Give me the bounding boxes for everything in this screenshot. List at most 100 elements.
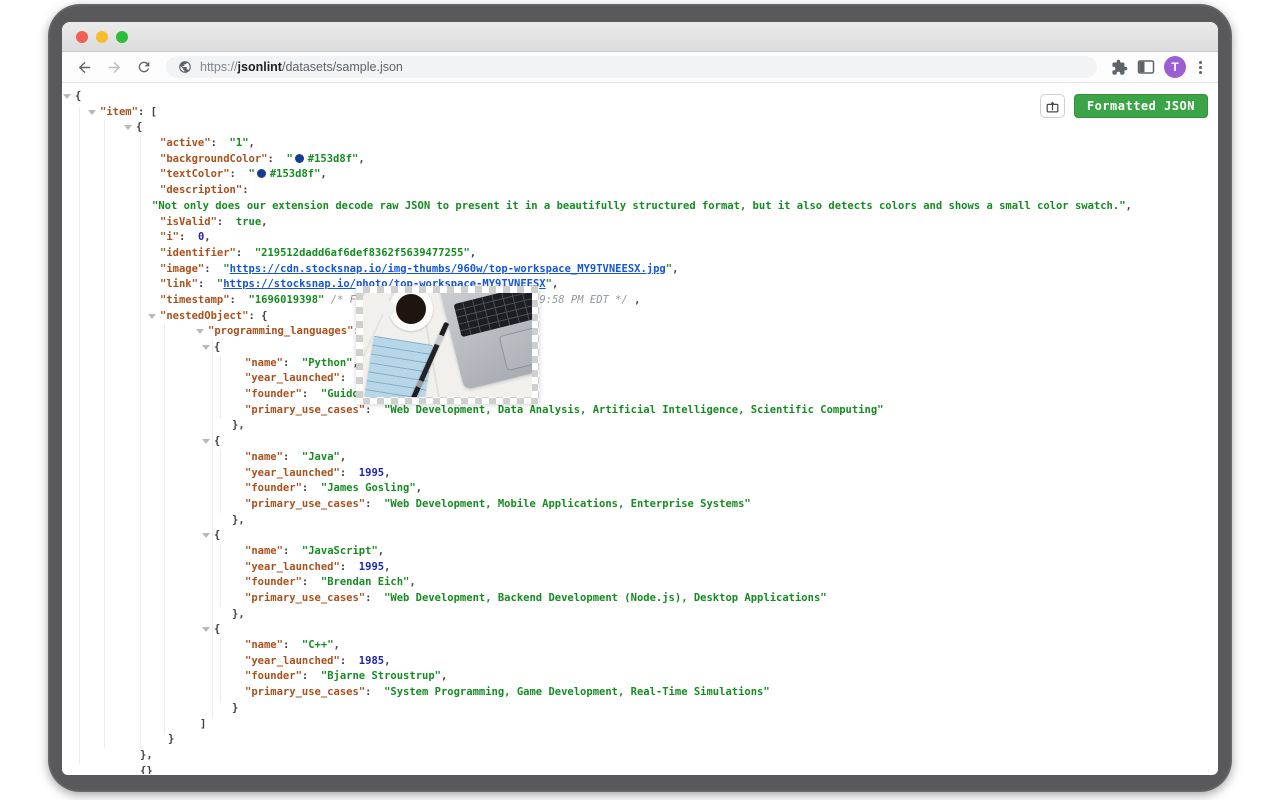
json-token: , [384,655,390,667]
json-link[interactable]: https://cdn.stocksnap.io/img-thumbs/960w… [230,263,666,275]
url-text: https://jsonlint/datasets/sample.json [200,60,403,74]
json-key: "founder" [245,388,302,400]
laptop-trackpad [499,322,532,371]
json-line: } [62,701,1218,717]
extensions-puzzle-icon[interactable] [1111,59,1128,76]
json-token: ] [200,718,206,730]
json-token: , [416,482,422,494]
site-info-globe-icon[interactable] [178,60,192,74]
json-token: , [628,294,641,306]
json-line: "founder": "James Gosling", [62,481,1218,497]
browser-window-frame: https://jsonlint/datasets/sample.json T … [48,4,1232,792]
collapse-toggle-icon[interactable] [202,627,210,632]
json-token: , [552,278,558,290]
collapse-toggle-icon[interactable] [88,110,96,115]
json-token: true [236,216,261,228]
json-token: , [384,467,390,479]
collapse-toggle-icon[interactable] [202,533,210,538]
json-key: "backgroundColor" [160,153,267,165]
image-preview-popup [356,286,539,404]
json-token: : [365,404,384,416]
json-tree: {"item": [{"active": "1","backgroundColo… [62,83,1218,774]
json-token: "Not only does our extension decode raw … [152,200,1126,212]
json-token: , [409,576,415,588]
json-line: "founder": "Bjarne Stroustrup", [62,669,1218,685]
viewer-controls: Formatted JSON [1040,94,1208,118]
json-line: "name": "C++", [62,638,1218,654]
json-key: "textColor" [160,168,230,180]
json-token: " [286,153,292,165]
json-token: {} [140,765,153,774]
json-token: "Web Development, Mobile Applications, E… [384,498,751,510]
json-key: "image" [160,263,204,275]
json-token: : [283,357,302,369]
json-token: "James Gosling" [321,482,416,494]
json-line: "year_launched": 1985, [62,654,1218,670]
json-key: "programming_languages" [208,325,353,337]
address-bar[interactable]: https://jsonlint/datasets/sample.json [166,56,1097,78]
collapse-toggle-icon[interactable] [124,125,132,130]
minimize-window-button[interactable] [96,31,108,43]
json-token: #153d8f" [270,168,321,180]
url-path: /datasets/sample.json [282,60,403,74]
json-token: : [204,263,223,275]
json-line: } [62,732,1218,748]
laptop-illustration [438,293,532,390]
popout-button[interactable] [1040,94,1065,118]
json-key: "isValid" [160,216,217,228]
reload-button[interactable] [132,55,156,79]
json-key: "name" [245,639,283,651]
formatted-json-button[interactable]: Formatted JSON [1074,94,1208,118]
json-token: "Web Development, Data Analysis, Artific… [384,404,883,416]
collapse-toggle-icon[interactable] [148,314,156,319]
json-token: , [384,561,390,573]
json-token: "1696019398" [249,294,325,306]
close-window-button[interactable] [76,31,88,43]
json-token: , [340,451,346,463]
json-token: { [214,529,220,541]
json-line: "primary_use_cases": "System Programming… [62,685,1218,701]
json-line: "Not only does our extension decode raw … [62,199,1218,215]
color-swatch [257,169,266,178]
profile-avatar[interactable]: T [1164,56,1186,78]
json-line: "description": [62,183,1218,199]
forward-button[interactable] [102,55,126,79]
json-token: "JavaScript" [302,545,378,557]
json-token: : [ [138,106,157,118]
json-line: "founder": "Guido van Rossum", [62,387,1218,403]
json-key: "founder" [245,576,302,588]
page-content: Formatted JSON {"item": [{"active": "1",… [62,83,1218,774]
json-token: } [168,733,174,745]
json-token: 1995 [359,467,384,479]
json-key: "identifier" [160,247,236,259]
workspace-photo [363,293,532,397]
json-key: "primary_use_cases" [245,498,365,510]
json-line: }, [62,607,1218,623]
json-key: "i" [160,231,179,243]
json-line: }, [62,748,1218,764]
json-line: "programming_languages": [62,324,1218,340]
color-swatch [295,154,304,163]
json-token: , [358,153,364,165]
json-key: "year_launched" [245,467,340,479]
back-button[interactable] [72,55,96,79]
json-key: "founder" [245,670,302,682]
collapse-toggle-icon[interactable] [202,439,210,444]
json-token: : [179,231,198,243]
collapse-toggle-icon[interactable] [196,329,204,334]
json-key: "nestedObject" [160,310,249,322]
json-token: { [136,121,142,133]
collapse-toggle-icon[interactable] [63,94,71,99]
json-token: : [340,561,359,573]
side-panel-icon[interactable] [1137,59,1155,75]
json-line: ] [62,717,1218,733]
json-line: "primary_use_cases": "Web Development, M… [62,497,1218,513]
collapse-toggle-icon[interactable] [202,345,210,350]
browser-menu-kebab-icon[interactable] [1195,59,1206,76]
json-key: "primary_use_cases" [245,686,365,698]
json-token: }, [232,514,245,526]
json-key: "item" [100,106,138,118]
browser-toolbar: https://jsonlint/datasets/sample.json T [62,52,1218,83]
json-line: "textColor": "#153d8f", [62,167,1218,183]
maximize-window-button[interactable] [116,31,128,43]
